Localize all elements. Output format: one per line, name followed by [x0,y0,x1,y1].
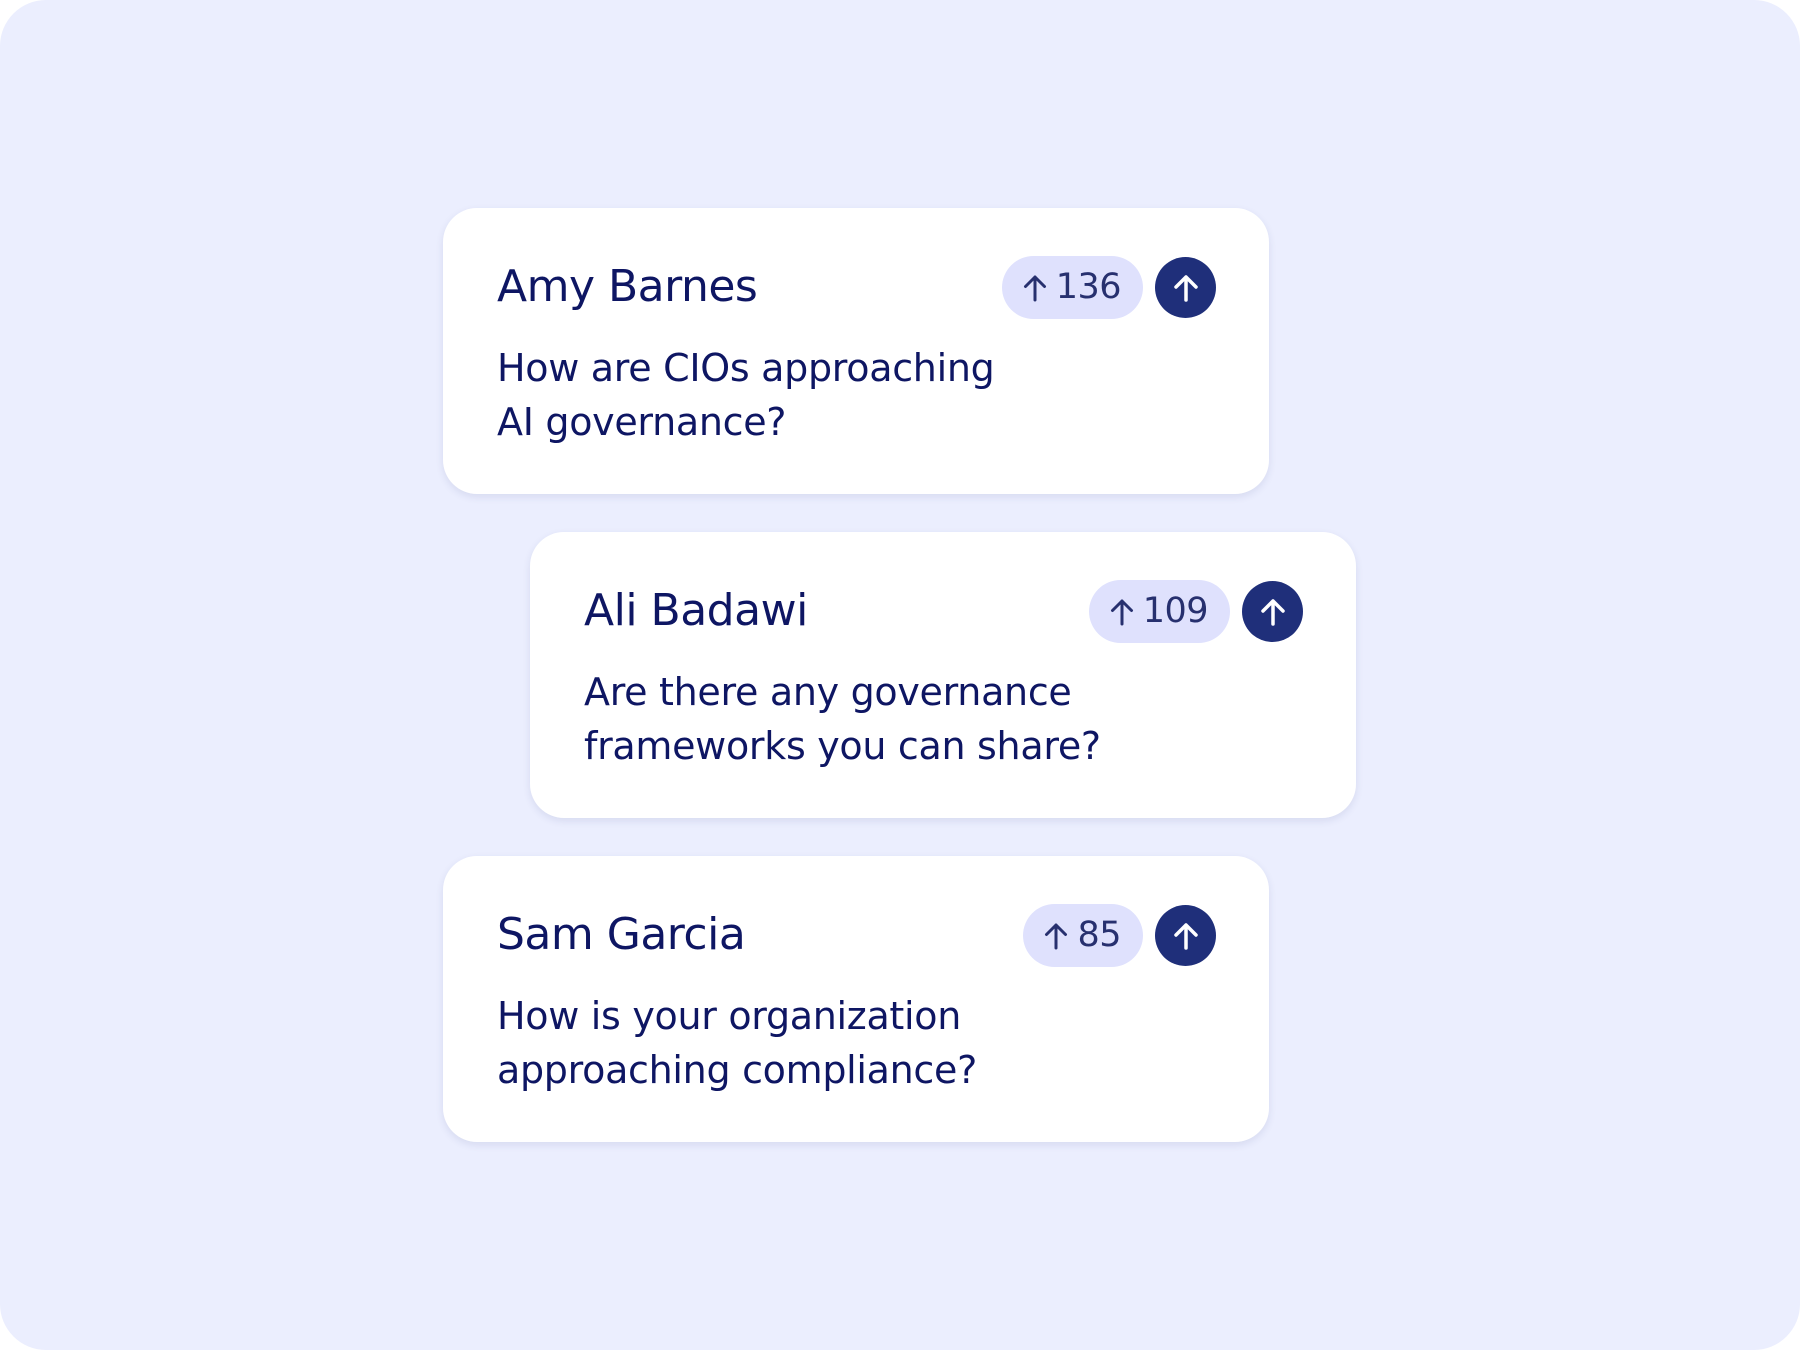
arrow-up-icon [1173,274,1198,302]
question-card: Ali Badawi 109 Are there any governance … [530,532,1356,818]
question-text-line: approaching compliance? [497,1048,977,1092]
vote-count: 136 [1055,267,1122,307]
question-author: Sam Garcia [497,909,746,960]
upvote-button[interactable] [1242,581,1303,642]
question-text: Are there any governance frameworks you … [584,665,1144,773]
question-card: Sam Garcia 85 How is your organization a… [443,856,1269,1142]
question-text-line: AI governance? [497,400,787,444]
question-author: Ali Badawi [584,585,808,636]
vote-count-badge: 109 [1088,580,1230,643]
vote-count-badge: 136 [1001,256,1143,319]
upvote-button[interactable] [1155,257,1216,318]
question-text-line: How are CIOs approaching [497,346,995,390]
question-text: How are CIOs approaching AI governance? [497,341,1057,449]
vote-count: 85 [1077,915,1121,955]
question-text: How is your organization approaching com… [497,989,1057,1097]
question-author: Amy Barnes [497,261,758,312]
arrow-up-icon [1110,599,1133,625]
question-text-line: How is your organization [497,994,962,1038]
vote-count-badge: 85 [1023,904,1143,967]
arrow-up-icon [1045,923,1068,949]
vote-count: 109 [1142,591,1209,631]
vote-controls: 136 [1001,256,1216,319]
vote-controls: 85 [1023,904,1216,967]
question-text-line: Are there any governance [584,670,1072,714]
question-text-line: frameworks you can share? [584,724,1101,768]
arrow-up-icon [1023,275,1046,301]
arrow-up-icon [1260,598,1285,626]
arrow-up-icon [1173,922,1198,950]
upvote-button[interactable] [1155,905,1216,966]
question-card: Amy Barnes 136 How are CIOs approaching … [443,208,1269,494]
qa-canvas: Amy Barnes 136 How are CIOs approaching … [0,0,1800,1350]
vote-controls: 109 [1088,580,1303,643]
